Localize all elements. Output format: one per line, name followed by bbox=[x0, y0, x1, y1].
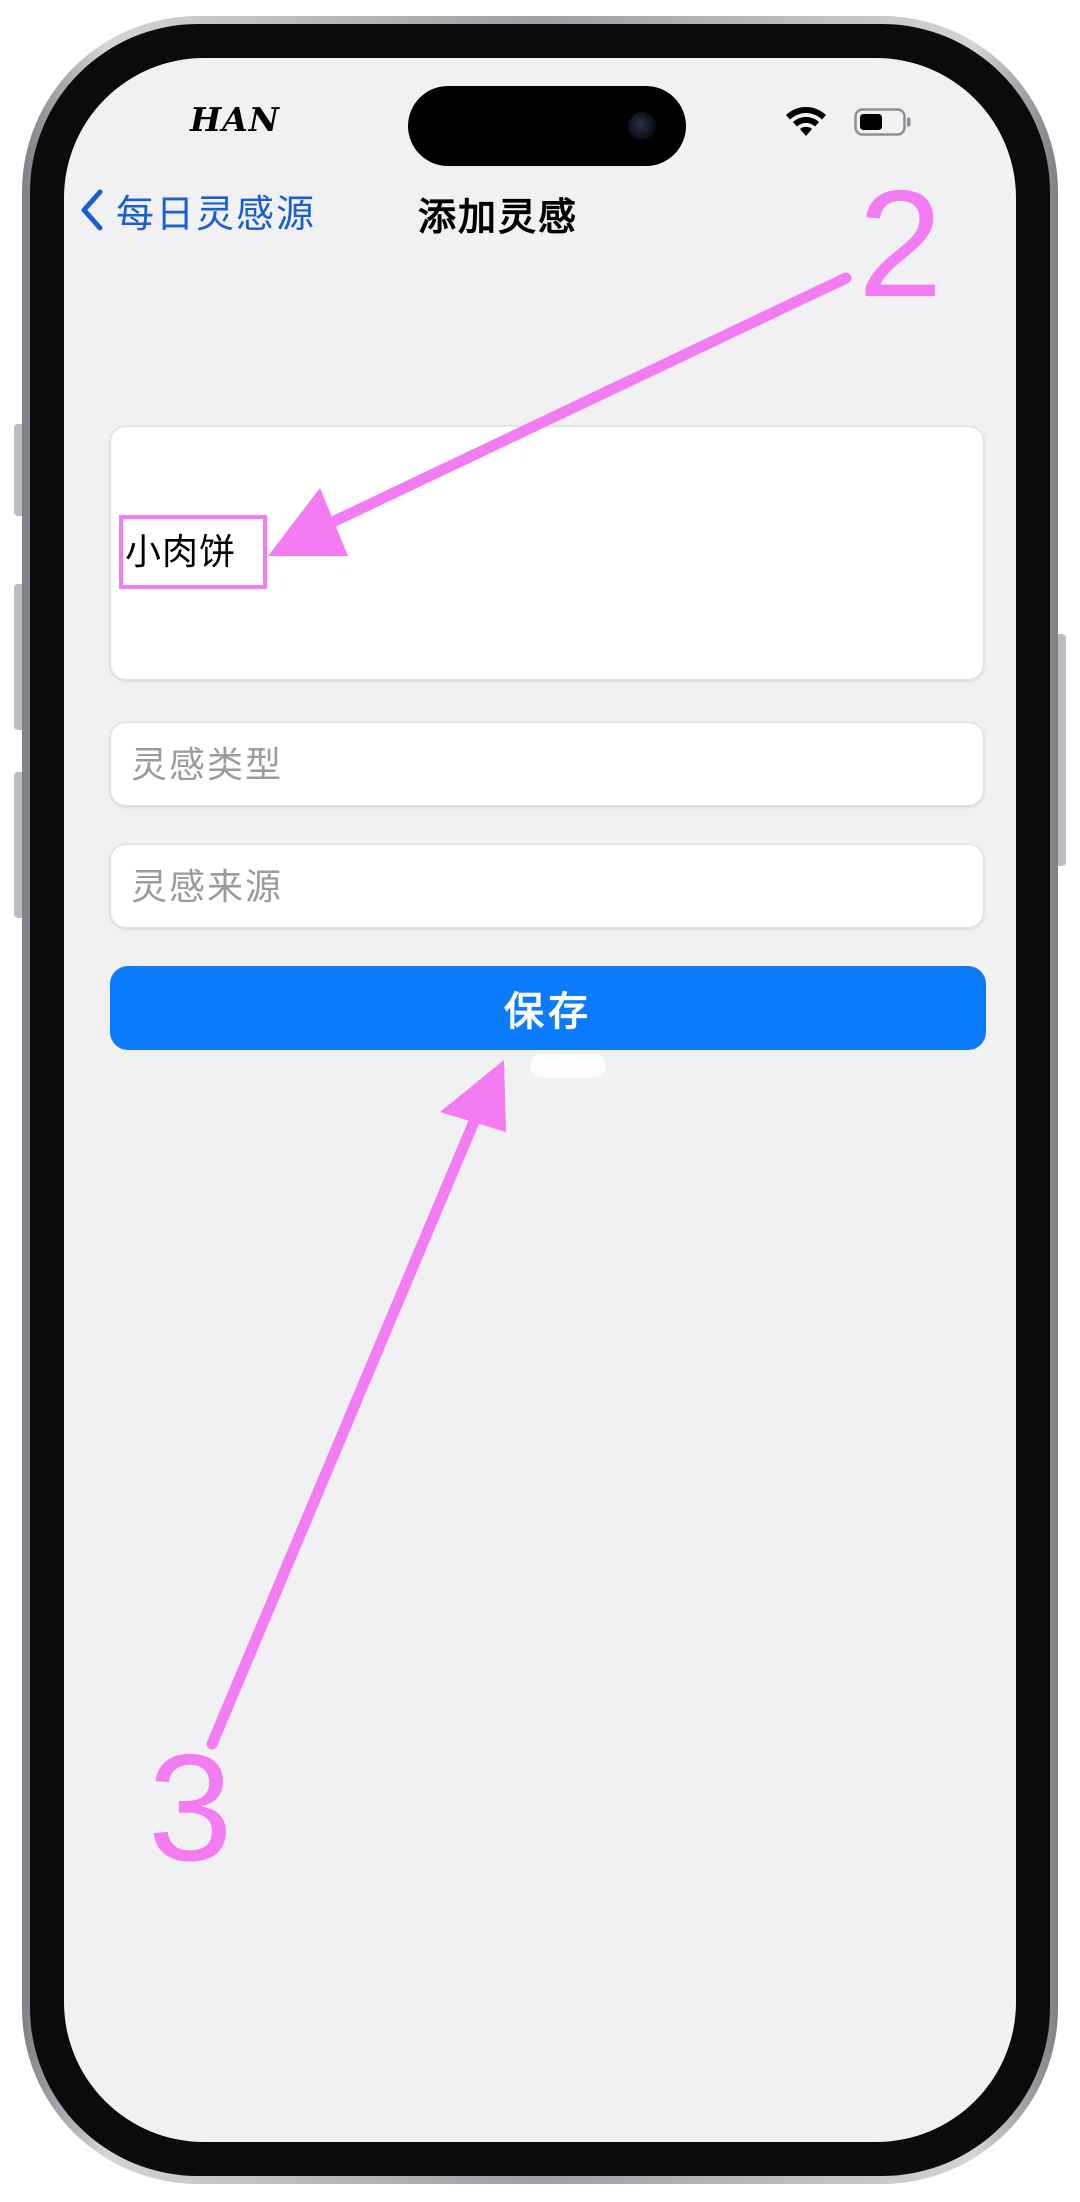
annotation-step-2: 2 bbox=[858, 159, 943, 329]
page: HAN 每日灵感源 添加灵感 小肉饼 灵感类型 灵感来源 保存 2 3 bbox=[0, 0, 1080, 2202]
save-button[interactable]: 保存 bbox=[110, 966, 986, 1050]
source-field-container bbox=[110, 844, 984, 929]
dynamic-island bbox=[408, 86, 686, 166]
source-input[interactable] bbox=[129, 845, 963, 929]
page-title: 添加灵感 bbox=[417, 195, 578, 239]
type-input[interactable] bbox=[129, 723, 963, 807]
content-textarea[interactable]: 小肉饼 bbox=[110, 426, 984, 680]
battery-icon bbox=[854, 108, 911, 136]
carrier-label: HAN bbox=[190, 100, 280, 139]
type-field-container bbox=[110, 722, 984, 807]
front-camera bbox=[628, 112, 656, 140]
tap-indicator bbox=[530, 1054, 606, 1078]
annotation-step-3: 3 bbox=[148, 1723, 233, 1893]
wifi-icon bbox=[786, 107, 826, 136]
content-value: 小肉饼 bbox=[125, 532, 237, 573]
